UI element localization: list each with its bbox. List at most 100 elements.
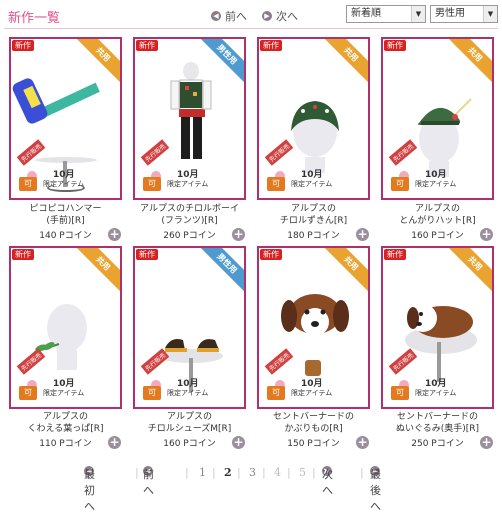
item-name: ピコピコハンマー (手前)[R] [9, 203, 122, 227]
next-page-link[interactable]: ▶ 次へ [262, 8, 298, 24]
separator: | [360, 466, 364, 479]
add-item-button[interactable]: + [108, 436, 121, 449]
add-item-button[interactable]: + [232, 436, 245, 449]
trade-badge: 可 [391, 177, 409, 191]
separator: | [212, 466, 216, 479]
trade-badge: 可 [391, 386, 409, 400]
promo-limited: 限定アイテム [43, 389, 85, 397]
trade-badge: 可 [267, 177, 285, 191]
separator: | [135, 466, 139, 479]
item-price: 140 Pコイン [39, 231, 92, 241]
trade-badge: 可 [143, 386, 161, 400]
item-card[interactable]: 共用 新作 先行販売 可 10月 限定アイテム [257, 246, 370, 409]
promo-label: 先行販売 可 10月 限定アイテム [139, 139, 229, 197]
page-current-2: 2 [224, 466, 232, 479]
page-title: 新作一覧 [8, 11, 61, 26]
item-price: 180 Pコイン [287, 231, 340, 241]
item-price: 150 Pコイン [287, 439, 340, 449]
next-label: 次へ [322, 468, 333, 497]
item-name-line2: かぶりもの[R] [284, 424, 343, 434]
item-name-line1: アルプスの [291, 204, 336, 214]
first-label: 最初へ [84, 468, 95, 513]
page-4: 4 [274, 466, 281, 479]
add-item-button[interactable]: + [356, 436, 369, 449]
item-name-line2: ぬいぐるみ(奥手)[R] [395, 424, 480, 434]
item-name-line2: (フランツ)[R] [161, 216, 218, 226]
top-bar: 新作一覧 ◀ 前へ ▶ 次へ 新着順 ▼ 男性用 ▼ [0, 0, 502, 30]
chevron-down-icon: ▼ [411, 6, 425, 22]
item-price: 160 Pコイン [411, 231, 464, 241]
add-item-button[interactable]: + [232, 228, 245, 241]
plus-icon: + [109, 435, 120, 449]
separator: | [312, 466, 316, 479]
sort-select-value: 新着順 [351, 8, 381, 19]
item-name-line2: (手前)[R] [46, 216, 85, 226]
promo-label: 先行販売 可 10月 限定アイテム [15, 139, 105, 197]
promo-limited: 限定アイテム [415, 180, 457, 188]
promo-label: 先行販売 可 10月 限定アイテム [263, 139, 353, 197]
item-card[interactable]: 共用 新作 先行販売 可 10月 限定アイテム [9, 37, 122, 200]
trade-badge: 可 [143, 177, 161, 191]
prev-label: 前へ [225, 10, 247, 23]
gender-select[interactable]: 男性用 ▼ [430, 5, 498, 23]
plus-icon: + [233, 227, 244, 241]
item-price: 250 Pコイン [411, 439, 464, 449]
separator: | [262, 466, 266, 479]
promo-limited: 限定アイテム [291, 180, 333, 188]
plus-icon: + [109, 227, 120, 241]
item-name-line2: とんがりハット[R] [399, 216, 476, 226]
item-name-line1: ピコピコハンマー [29, 204, 102, 214]
separator: | [287, 466, 291, 479]
item-name-line2: チロルずきん[R] [279, 216, 348, 226]
plus-icon: + [481, 227, 492, 241]
item-card[interactable]: 男性用 新作 先行販売 可 10月 限定アイテム [133, 246, 246, 409]
plus-icon: + [481, 435, 492, 449]
item-card[interactable]: 共用 新作 先行販売 可 10月 限定アイテム [9, 246, 122, 409]
separator: | [185, 466, 189, 479]
item-name-line1: セントバーナードの [396, 412, 478, 422]
item-card[interactable]: 男性用 新作 先行販売 可 10月 限定アイテム [133, 37, 246, 200]
item-name-line2: くわえる葉っぱ[R] [27, 424, 104, 434]
item-price: 110 Pコイン [39, 439, 92, 449]
pagination: ◀ 最初へ | ◀ 前へ | 1 | 2 | 3 | 4 | 5 | ▶ 次へ … [0, 466, 502, 513]
plus-icon: + [233, 435, 244, 449]
promo-label: 先行販売 可 10月 限定アイテム [263, 348, 353, 406]
promo-limited: 限定アイテム [415, 389, 457, 397]
item-price: 160 Pコイン [163, 439, 216, 449]
item-card[interactable]: 共用 新作 先行販売 可 10月 限定アイテム [257, 37, 370, 200]
add-item-button[interactable]: + [108, 228, 121, 241]
promo-limited: 限定アイテム [167, 389, 209, 397]
promo-label: 先行販売 可 10月 限定アイテム [139, 348, 229, 406]
item-name: アルプスの チロルシューズM[R] [133, 411, 246, 435]
promo-label: 先行販売 可 10月 限定アイテム [387, 139, 477, 197]
item-name: アルプスの とんがりハット[R] [381, 203, 494, 227]
chevron-right-icon: ▶ [262, 11, 272, 21]
promo-limited: 限定アイテム [43, 180, 85, 188]
add-item-button[interactable]: + [356, 228, 369, 241]
sort-select[interactable]: 新着順 ▼ [346, 5, 426, 23]
prev-page-link[interactable]: ◀ 前へ [211, 8, 247, 24]
item-name-line1: アルプスの [415, 204, 460, 214]
chevron-left-icon: ◀ [211, 11, 221, 21]
page-link-1[interactable]: 1 [199, 466, 206, 479]
item-name: セントバーナードの かぶりもの[R] [257, 411, 370, 435]
add-item-button[interactable]: + [480, 228, 493, 241]
prev-label: 前へ [143, 468, 154, 497]
add-item-button[interactable]: + [480, 436, 493, 449]
separator: | [237, 466, 241, 479]
item-name: アルプスの チロルずきん[R] [257, 203, 370, 227]
promo-label: 先行販売 可 10月 限定アイテム [15, 348, 105, 406]
chevron-down-icon: ▼ [483, 6, 497, 22]
item-price: 260 Pコイン [163, 231, 216, 241]
item-name-line1: アルプスの [167, 412, 212, 422]
item-name-line1: アルプスの [43, 412, 88, 422]
trade-badge: 可 [19, 177, 37, 191]
item-name: アルプスのチロルボーイ (フランツ)[R] [133, 203, 246, 227]
plus-icon: + [357, 227, 368, 241]
item-name-line2: チロルシューズM[R] [147, 424, 232, 434]
item-card[interactable]: 共用 新作 先行販売 可 10月 限定アイテム [381, 37, 494, 200]
header-divider [4, 28, 498, 29]
item-name: セントバーナードの ぬいぐるみ(奥手)[R] [381, 411, 494, 435]
page-link-3[interactable]: 3 [249, 466, 256, 479]
item-card[interactable]: 共用 新作 先行販売 可 10月 限定アイテム [381, 246, 494, 409]
